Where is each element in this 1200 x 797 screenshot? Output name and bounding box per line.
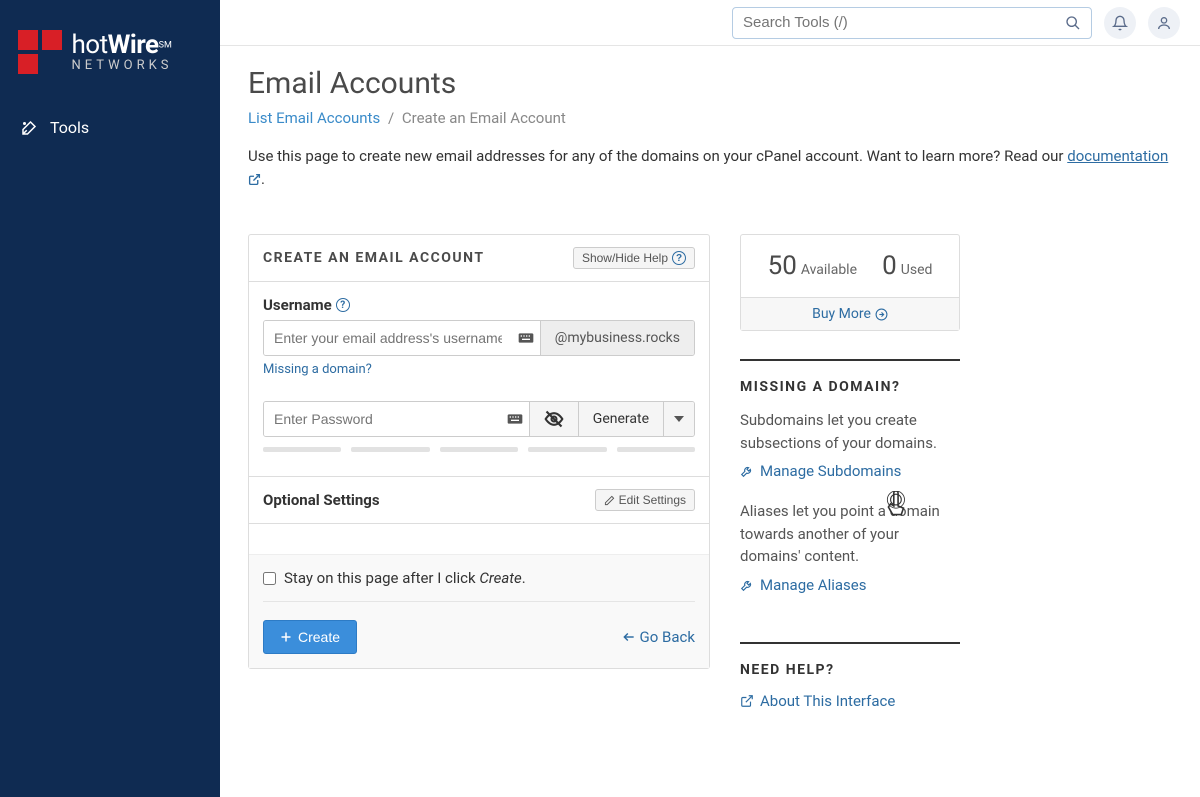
logo-networks: NETWORKS <box>71 58 172 73</box>
breadcrumb-list-link[interactable]: List Email Accounts <box>248 109 380 127</box>
missing-domain-section: MISSING A DOMAIN? Subdomains let you cre… <box>740 359 960 614</box>
external-link-icon <box>248 170 261 188</box>
aliases-text: Aliases let you point a domain towards a… <box>740 500 960 568</box>
wrench-icon-2 <box>740 578 754 592</box>
breadcrumb-current: Create an Email Account <box>402 109 566 127</box>
subdomains-text: Subdomains let you create subsections of… <box>740 409 960 454</box>
used-label: Used <box>901 262 933 278</box>
external-link-icon-2 <box>740 694 754 708</box>
arrow-circle-right-icon <box>875 308 888 321</box>
page-title: Email Accounts <box>248 66 1172 101</box>
breadcrumb: List Email Accounts / Create an Email Ac… <box>248 109 1172 127</box>
search-icon[interactable] <box>1065 15 1081 31</box>
buy-more-link[interactable]: Buy More <box>812 306 888 322</box>
logo: hotWireSM NETWORKS <box>0 30 220 104</box>
arrow-left-icon <box>622 630 636 644</box>
wrench-icon <box>740 464 754 478</box>
need-help-title: NEED HELP? <box>740 662 960 678</box>
create-email-panel: CREATE AN EMAIL ACCOUNT Show/Hide Help ?… <box>248 234 710 669</box>
password-input[interactable] <box>264 402 501 436</box>
sidebar-item-label: Tools <box>50 118 89 137</box>
intro-text: Use this page to create new email addres… <box>248 145 1172 190</box>
manage-subdomains-link[interactable]: Manage Subdomains <box>740 462 901 480</box>
keyboard-icon-2 <box>501 402 529 436</box>
show-hide-help-button[interactable]: Show/Hide Help ? <box>573 247 695 269</box>
username-label: Username <box>263 296 332 314</box>
need-help-section: NEED HELP? About This Interface <box>740 642 960 730</box>
plus-icon <box>280 631 292 643</box>
domain-suffix: @mybusiness.rocks <box>540 321 694 355</box>
caret-down-icon <box>674 416 684 422</box>
stats-box: 50Available 0Used Buy More <box>740 234 960 331</box>
eye-off-icon <box>544 409 564 429</box>
logo-text-hot: hot <box>71 30 107 60</box>
logo-mark-icon <box>18 30 62 74</box>
about-interface-link[interactable]: About This Interface <box>740 692 895 710</box>
tools-icon <box>20 119 38 137</box>
sidebar: hotWireSM NETWORKS Tools <box>0 0 220 797</box>
bell-icon <box>1112 15 1128 31</box>
toggle-password-visibility[interactable] <box>529 402 578 436</box>
logo-text-wire: Wire <box>108 30 159 60</box>
generate-dropdown-button[interactable] <box>663 402 694 436</box>
manage-aliases-link[interactable]: Manage Aliases <box>740 576 866 594</box>
stay-on-page-checkbox[interactable] <box>263 572 276 585</box>
search-box[interactable] <box>732 7 1092 39</box>
missing-domain-link[interactable]: Missing a domain? <box>263 362 372 377</box>
create-button[interactable]: Create <box>263 620 357 654</box>
available-label: Available <box>801 262 857 278</box>
generate-password-button[interactable]: Generate <box>578 402 663 436</box>
sidebar-item-tools[interactable]: Tools <box>0 104 220 151</box>
search-input[interactable] <box>743 14 1065 31</box>
optional-settings-title: Optional Settings <box>263 491 380 509</box>
available-count: 50 <box>768 251 797 281</box>
panel-title: CREATE AN EMAIL ACCOUNT <box>263 250 485 266</box>
logo-sm: SM <box>159 40 172 50</box>
cursor-pointer-icon <box>884 491 910 521</box>
go-back-link[interactable]: Go Back <box>622 628 695 646</box>
notifications-button[interactable] <box>1104 7 1136 39</box>
stay-on-page-label: Stay on this page after I click Create. <box>284 569 526 587</box>
edit-settings-button[interactable]: Edit Settings <box>595 489 695 511</box>
missing-domain-title: MISSING A DOMAIN? <box>740 379 960 395</box>
username-help-icon[interactable]: ? <box>336 298 350 312</box>
topbar <box>220 0 1200 46</box>
pencil-icon <box>604 495 615 506</box>
username-input[interactable] <box>264 321 512 355</box>
user-icon <box>1156 15 1172 31</box>
used-count: 0 <box>882 251 897 281</box>
user-menu-button[interactable] <box>1148 7 1180 39</box>
keyboard-icon <box>512 321 540 355</box>
password-strength-meter <box>263 447 695 452</box>
help-icon: ? <box>672 251 686 265</box>
